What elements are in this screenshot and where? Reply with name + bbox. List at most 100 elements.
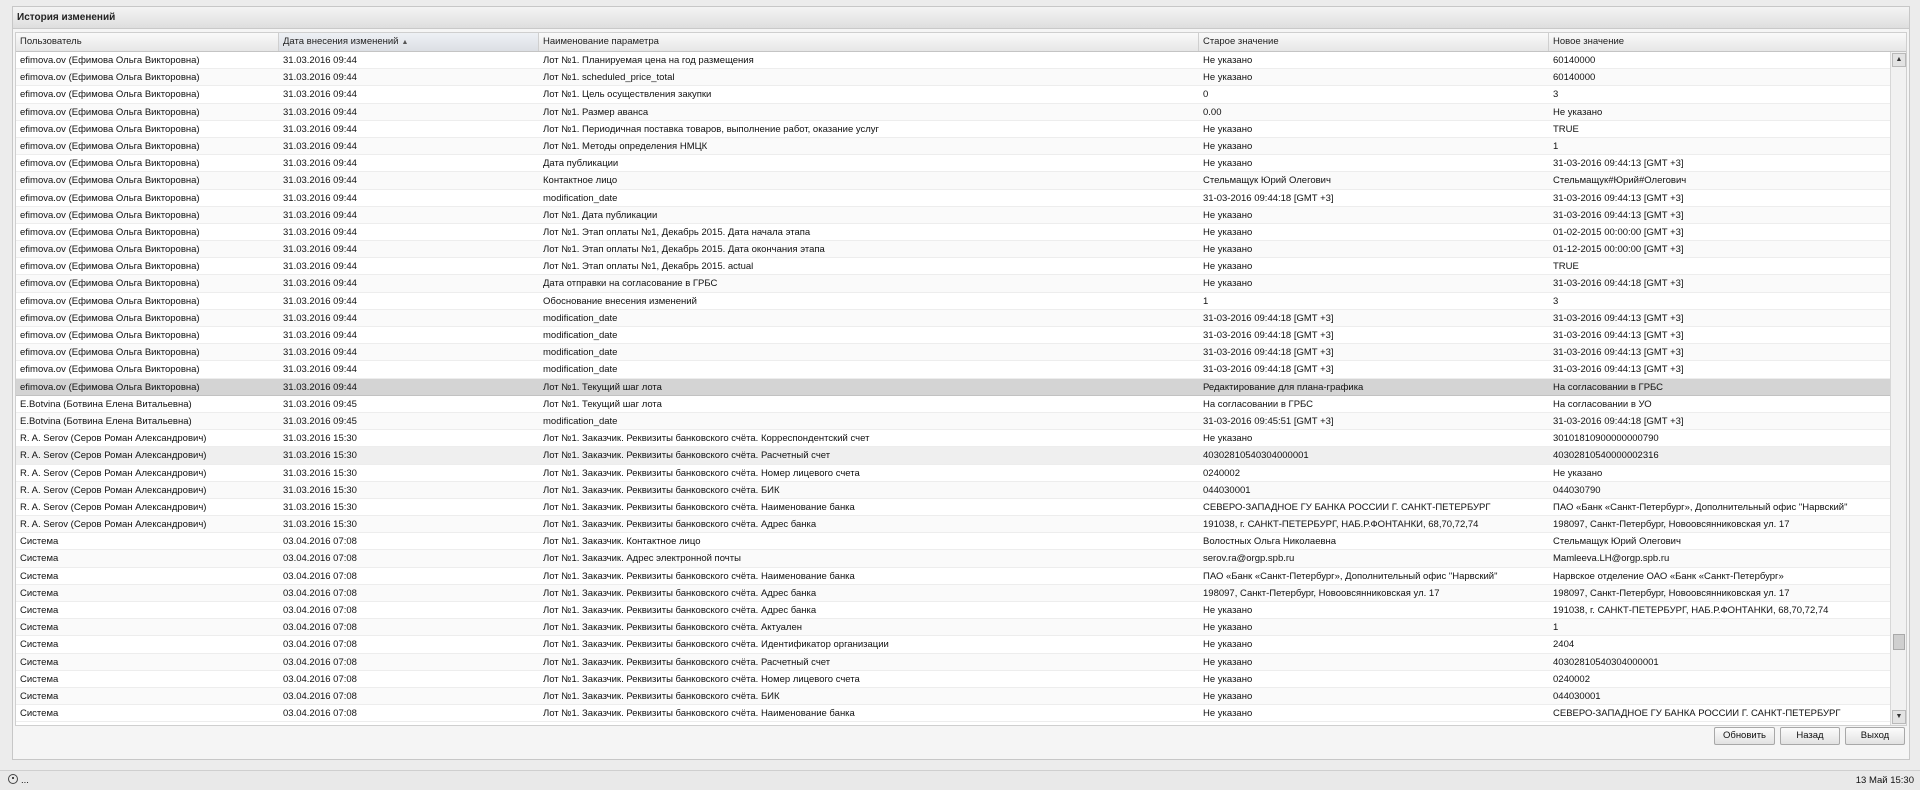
cell-parameter: Лот №1. Заказчик. Реквизиты банковского … [543,639,889,651]
cell-user: efimova.ov (Ефимова Ольга Викторовна) [20,55,200,66]
cell-user: Система [20,605,59,616]
exit-button[interactable]: Выход [1845,727,1905,745]
table-row[interactable]: efimova.ov (Ефимова Ольга Викторовна) 31.… [16,361,1891,379]
cell-old-value: 31-03-2016 09:44:18 [GMT +3] [1203,192,1334,204]
table-row[interactable]: efimova.ov (Ефимова Ольга Викторовна) 31.… [16,378,1891,396]
cell-parameter: Лот №1. Текущий шаг лота [543,398,662,410]
column-header-date[interactable]: Дата внесения изменений ▲ [279,33,539,51]
table-row[interactable]: Система 03.04.2016 07:08 Лот №1. Заказчик.… [16,533,1891,551]
vertical-scrollbar[interactable]: ▲ ▼ [1890,52,1906,725]
table-row[interactable]: efimova.ov (Ефимова Ольга Викторовна) 31.… [16,69,1891,87]
cell-date: 31.03.2016 09:44 [283,123,357,135]
table-row[interactable]: efimova.ov (Ефимова Ольга Викторовна) 31.… [16,275,1891,293]
cell-parameter: modification_date [543,364,618,376]
cell-user: Система [20,536,59,548]
table-row[interactable]: E.Botvina (Ботвина Елена Витальевна) 31.0… [16,412,1891,431]
cell-parameter: Лот №1. Заказчик. Реквизиты банковского … [543,605,817,616]
table-row[interactable]: efimova.ov (Ефимова Ольга Викторовна) 31.… [16,52,1891,70]
cell-date: 03.04.2016 07:08 [283,673,357,685]
cell-new-value: 01-12-2015 00:00:00 [GMT +3] [1553,244,1684,256]
table-row[interactable]: R. A. Serov (Серов Роман Александрович) 3… [16,481,1891,499]
table-row[interactable]: Система 03.04.2016 07:08 Лот №1. Заказчик.… [16,568,1891,585]
cell-new-value: 31-03-2016 09:44:18 [GMT +3] [1553,278,1684,290]
cell-new-value: 044030790 [1553,484,1601,496]
table-row[interactable]: efimova.ov (Ефимова Ольга Викторовна) 31.… [16,344,1891,362]
table-row[interactable]: efimova.ov (Ефимова Ольга Викторовна) 31.… [16,155,1891,173]
table-row[interactable]: Система 03.04.2016 07:08 Лот №1. Заказчик.… [16,671,1891,688]
column-header-new-value[interactable]: Новое значение [1549,33,1891,51]
cell-date: 03.04.2016 07:08 [283,536,357,548]
cell-old-value: 31-03-2016 09:44:18 [GMT +3] [1203,347,1334,359]
cell-old-value: Не указано [1203,656,1253,668]
cell-parameter: Лот №1. Этап оплаты №1, Декабрь 2015. Да… [543,226,811,238]
table-row[interactable]: efimova.ov (Ефимова Ольга Викторовна) 31.… [16,224,1891,242]
table-row[interactable]: Система 03.04.2016 07:08 Лот №1. Заказчик.… [16,705,1891,723]
cell-parameter: Лот №1. Периодичная поставка товаров, вы… [543,123,880,135]
column-header-user[interactable]: Пользователь [16,33,279,51]
cell-parameter: Дата отправки на согласование в ГРБС [543,278,718,290]
table-row[interactable]: Система 03.04.2016 07:08 Лот №1. Заказчик.… [16,602,1891,620]
back-button[interactable]: Назад [1780,727,1840,745]
cell-new-value: 191038, г. САНКТ-ПЕТЕРБУРГ, НАБ.Р.ФОНТАН… [1553,605,1829,616]
column-header-old-value[interactable]: Старое значение [1199,33,1549,51]
table-row[interactable]: Система 03.04.2016 07:08 Лот №1. Заказчик.… [16,636,1891,654]
table-row[interactable]: R. A. Serov (Серов Роман Александрович) 3… [16,430,1891,448]
cell-old-value: На согласовании в ГРБС [1203,398,1314,410]
cell-old-value: Не указано [1203,639,1253,651]
cell-new-value: TRUE [1553,123,1579,135]
cell-new-value: 31-03-2016 09:44:13 [GMT +3] [1553,209,1684,221]
table-row[interactable]: Система 03.04.2016 07:08 Лот №1. Заказчик.… [16,550,1891,568]
cell-old-value: Стельмащук Юрий Олегович [1203,175,1331,187]
cell-date: 03.04.2016 07:08 [283,622,357,634]
table-row[interactable]: Система 03.04.2016 07:08 Лот №1. Заказчик.… [16,584,1891,602]
cell-new-value: На согласовании в УО [1553,398,1652,410]
table-row[interactable]: efimova.ov (Ефимова Ольга Викторовна) 31.… [16,327,1891,345]
cell-date: 31.03.2016 09:44 [283,364,357,376]
cell-new-value: TRUE [1553,261,1579,273]
table-row[interactable]: efimova.ov (Ефимова Ольга Викторовна) 31.… [16,206,1891,224]
cell-user: R. A. Serov (Серов Роман Александрович) [20,501,207,513]
cell-parameter: modification_date [543,347,618,359]
cell-date: 31.03.2016 09:45 [283,415,357,427]
cell-new-value: Стельмащук#Юрий#Олегович [1553,175,1687,187]
table-row[interactable]: efimova.ov (Ефимова Ольга Викторовна) 31.… [16,241,1891,259]
cell-parameter: Лот №1. Этап оплаты №1, Декабрь 2015. ac… [543,261,754,273]
cell-old-value: 191038, г. САНКТ-ПЕТЕРБУРГ, НАБ.Р.ФОНТАН… [1203,519,1479,531]
table-row[interactable]: efimova.ov (Ефимова Ольга Викторовна) 31.… [16,293,1891,310]
refresh-button[interactable]: Обновить [1714,727,1775,745]
column-header-parameter[interactable]: Наименование параметра [539,33,1199,51]
table-row[interactable]: R. A. Serov (Серов Роман Александрович) 3… [16,516,1891,534]
table-row[interactable]: R. A. Serov (Серов Роман Александрович) 3… [16,499,1891,517]
table-row[interactable]: Система 03.04.2016 07:08 Лот №1. Заказчик.… [16,687,1891,706]
table-row[interactable]: Система 03.04.2016 07:08 Лот №1. Заказчик.… [16,619,1891,637]
cell-parameter: Лот №1. Заказчик. Реквизиты банковского … [543,467,860,479]
table-row[interactable]: R. A. Serov (Серов Роман Александрович) 3… [16,447,1891,465]
column-header-old-value-label: Старое значение [1203,36,1279,47]
cell-date: 31.03.2016 09:44 [283,278,357,290]
table-row[interactable]: efimova.ov (Ефимова Ольга Викторовна) 31.… [16,137,1891,156]
cell-user: efimova.ov (Ефимова Ольга Викторовна) [20,364,200,376]
cell-new-value: 01-02-2015 00:00:00 [GMT +3] [1553,226,1684,238]
table-row[interactable]: efimova.ov (Ефимова Ольга Викторовна) 31.… [16,258,1891,276]
cell-parameter: Лот №1. Заказчик. Реквизиты банковского … [543,587,817,599]
table-row[interactable]: efimova.ov (Ефимова Ольга Викторовна) 31.… [16,309,1891,327]
table-row[interactable]: efimova.ov (Ефимова Ольга Викторовна) 31.… [16,172,1891,190]
cell-user: efimova.ov (Ефимова Ольга Викторовна) [20,330,200,341]
cell-old-value: 0 [1203,89,1209,101]
cell-user: R. A. Serov (Серов Роман Александрович) [20,467,207,479]
grid-body: efimova.ov (Ефимова Ольга Викторовна) 31.… [16,52,1891,725]
table-row[interactable]: R. A. Serov (Серов Роман Александрович) 3… [16,465,1891,482]
arrow-up-icon[interactable]: ▲ [1892,53,1906,67]
cell-date: 31.03.2016 09:44 [283,244,357,256]
arrow-down-icon[interactable]: ▼ [1892,710,1906,724]
cell-date: 03.04.2016 07:08 [283,570,357,582]
table-row[interactable]: efimova.ov (Ефимова Ольга Викторовна) 31.… [16,86,1891,104]
table-row[interactable]: E.Botvina (Ботвина Елена Витальевна) 31.0… [16,396,1891,413]
table-row[interactable]: Система 03.04.2016 07:08 Лот №1. Заказчик.… [16,653,1891,671]
table-row[interactable]: efimova.ov (Ефимова Ольга Викторовна) 31.… [16,103,1891,121]
table-row[interactable]: efimova.ov (Ефимова Ольга Викторовна) 31.… [16,121,1891,138]
table-row[interactable]: efimova.ov (Ефимова Ольга Викторовна) 31.… [16,190,1891,207]
cell-date: 31.03.2016 09:44 [283,175,357,187]
cell-user: Система [20,622,59,634]
scrollbar-thumb[interactable] [1893,634,1905,650]
